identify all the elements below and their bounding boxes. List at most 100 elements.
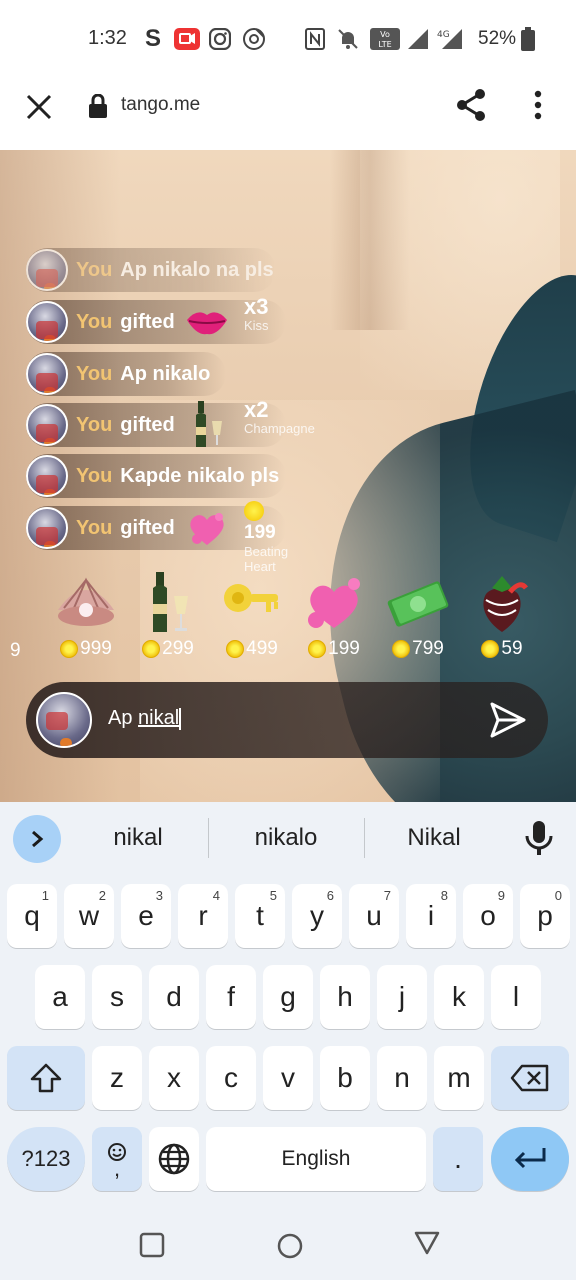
key-u[interactable]: u7 (349, 884, 399, 948)
gift-pearl-shell[interactable]: 999 (46, 570, 126, 660)
more-options-icon[interactable] (526, 90, 550, 120)
back-icon[interactable] (413, 1230, 441, 1256)
suggestion-bar: nikal nikalo Nikal (0, 802, 576, 874)
key-k[interactable]: k (434, 965, 484, 1029)
coin-icon (244, 500, 264, 521)
key-y[interactable]: y6 (292, 884, 342, 948)
chat-text: Ap nikalo (120, 362, 211, 385)
suggestion-1[interactable]: nikal (80, 824, 196, 852)
chat-message: You Kapde nikalo pls (26, 454, 286, 498)
volte-icon: Vo LTE (370, 27, 400, 51)
key-d[interactable]: d (149, 965, 199, 1029)
battery-icon (520, 27, 536, 51)
avatar (36, 692, 92, 748)
key-j[interactable]: j (377, 965, 427, 1029)
key-a[interactable]: a (35, 965, 85, 1029)
comment-input[interactable]: Ap nikal (26, 682, 548, 758)
microphone-icon[interactable] (524, 820, 554, 856)
avatar (26, 353, 68, 395)
gold-key-icon (224, 584, 278, 612)
avatar (26, 455, 68, 497)
close-icon[interactable] (24, 92, 54, 122)
keyboard: nikal nikalo Nikal q1 w2 e3 r4 t5 y6 u7 … (0, 802, 576, 1210)
chat-user: You (76, 413, 113, 436)
chat-message: You Ap nikalo na pls (26, 248, 276, 292)
key-o[interactable]: o9 (463, 884, 513, 948)
key-w[interactable]: w2 (64, 884, 114, 948)
key-z[interactable]: z (92, 1046, 142, 1110)
chat-text: Ap nikalo na pls (120, 258, 274, 281)
backspace-key[interactable] (491, 1046, 569, 1110)
chat-text: Kapde nikalo pls (120, 464, 280, 487)
key-s[interactable]: s (92, 965, 142, 1029)
gift-price: 199 (328, 638, 360, 659)
enter-key[interactable] (491, 1127, 569, 1191)
key-l[interactable]: l (491, 965, 541, 1029)
key-t[interactable]: t5 (235, 884, 285, 948)
key-c[interactable]: c (206, 1046, 256, 1110)
key-e[interactable]: e3 (121, 884, 171, 948)
key-b[interactable]: b (320, 1046, 370, 1110)
chevron-right-icon (32, 830, 44, 848)
shift-icon (30, 1063, 62, 1093)
key-i[interactable]: i8 (406, 884, 456, 948)
period-key[interactable]: . (433, 1127, 483, 1191)
recent-apps-icon[interactable] (139, 1232, 165, 1258)
nfc-icon (304, 27, 326, 51)
key-h[interactable]: h (320, 965, 370, 1029)
instagram-icon (208, 27, 232, 51)
music-icon (242, 27, 266, 51)
champagne-icon (185, 401, 229, 447)
emoji-key[interactable]: , (92, 1127, 142, 1191)
gift-money[interactable]: 799 (378, 570, 458, 660)
chat-user: You (76, 362, 113, 385)
chat-text: gifted (120, 413, 175, 436)
shift-key[interactable] (7, 1046, 85, 1110)
chat-user: You (76, 464, 113, 487)
language-key[interactable] (149, 1127, 199, 1191)
key-g[interactable]: g (263, 965, 313, 1029)
space-key[interactable]: English (206, 1127, 426, 1191)
comment-text[interactable]: Ap nikal (108, 707, 182, 730)
key-x[interactable]: x (149, 1046, 199, 1110)
gift-name: Champagne (244, 421, 315, 436)
coin-icon (392, 640, 411, 658)
key-v[interactable]: v (263, 1046, 313, 1110)
gift-gold-key[interactable]: 499 (212, 570, 292, 660)
key-f[interactable]: f (206, 965, 256, 1029)
gift-price: 499 (246, 638, 278, 659)
url-text[interactable]: tango.me (121, 94, 200, 116)
avatar (26, 404, 68, 446)
gift-price: 799 (412, 638, 444, 659)
signal-icon: 4G (408, 27, 468, 51)
send-icon[interactable] (488, 700, 528, 740)
gift-count: x3 (244, 294, 269, 319)
gift-price: 199 (244, 522, 276, 543)
gift-price: 999 (80, 638, 112, 659)
chat-user: You (76, 310, 113, 333)
avatar (26, 301, 68, 343)
coin-icon (481, 640, 500, 658)
symbols-key[interactable]: ?123 (7, 1127, 85, 1191)
key-r[interactable]: r4 (178, 884, 228, 948)
coin-icon (142, 640, 161, 658)
suggestion-2[interactable]: nikalo (220, 824, 352, 852)
share-icon[interactable] (455, 88, 487, 122)
svg-text:LTE: LTE (378, 40, 391, 49)
chat-message: You gifted x3 Kiss (26, 296, 286, 344)
key-n[interactable]: n (377, 1046, 427, 1110)
lock-icon (89, 94, 107, 118)
gift-strawberry[interactable]: 59 (462, 570, 542, 660)
expand-toolbar-button[interactable] (13, 815, 61, 863)
navigation-bar (0, 1210, 576, 1280)
gift-beating-heart[interactable]: 199 (294, 570, 374, 660)
key-q[interactable]: q1 (7, 884, 57, 948)
chat-text: gifted (120, 516, 175, 539)
gift-champagne[interactable]: 299 (128, 570, 208, 660)
home-icon[interactable] (276, 1232, 304, 1260)
suggestion-3[interactable]: Nikal (376, 824, 492, 852)
live-stream-video[interactable]: You Ap nikalo na pls You gifted x3 Kiss … (0, 150, 576, 802)
globe-icon (158, 1143, 190, 1175)
key-p[interactable]: p0 (520, 884, 570, 948)
key-m[interactable]: m (434, 1046, 484, 1110)
